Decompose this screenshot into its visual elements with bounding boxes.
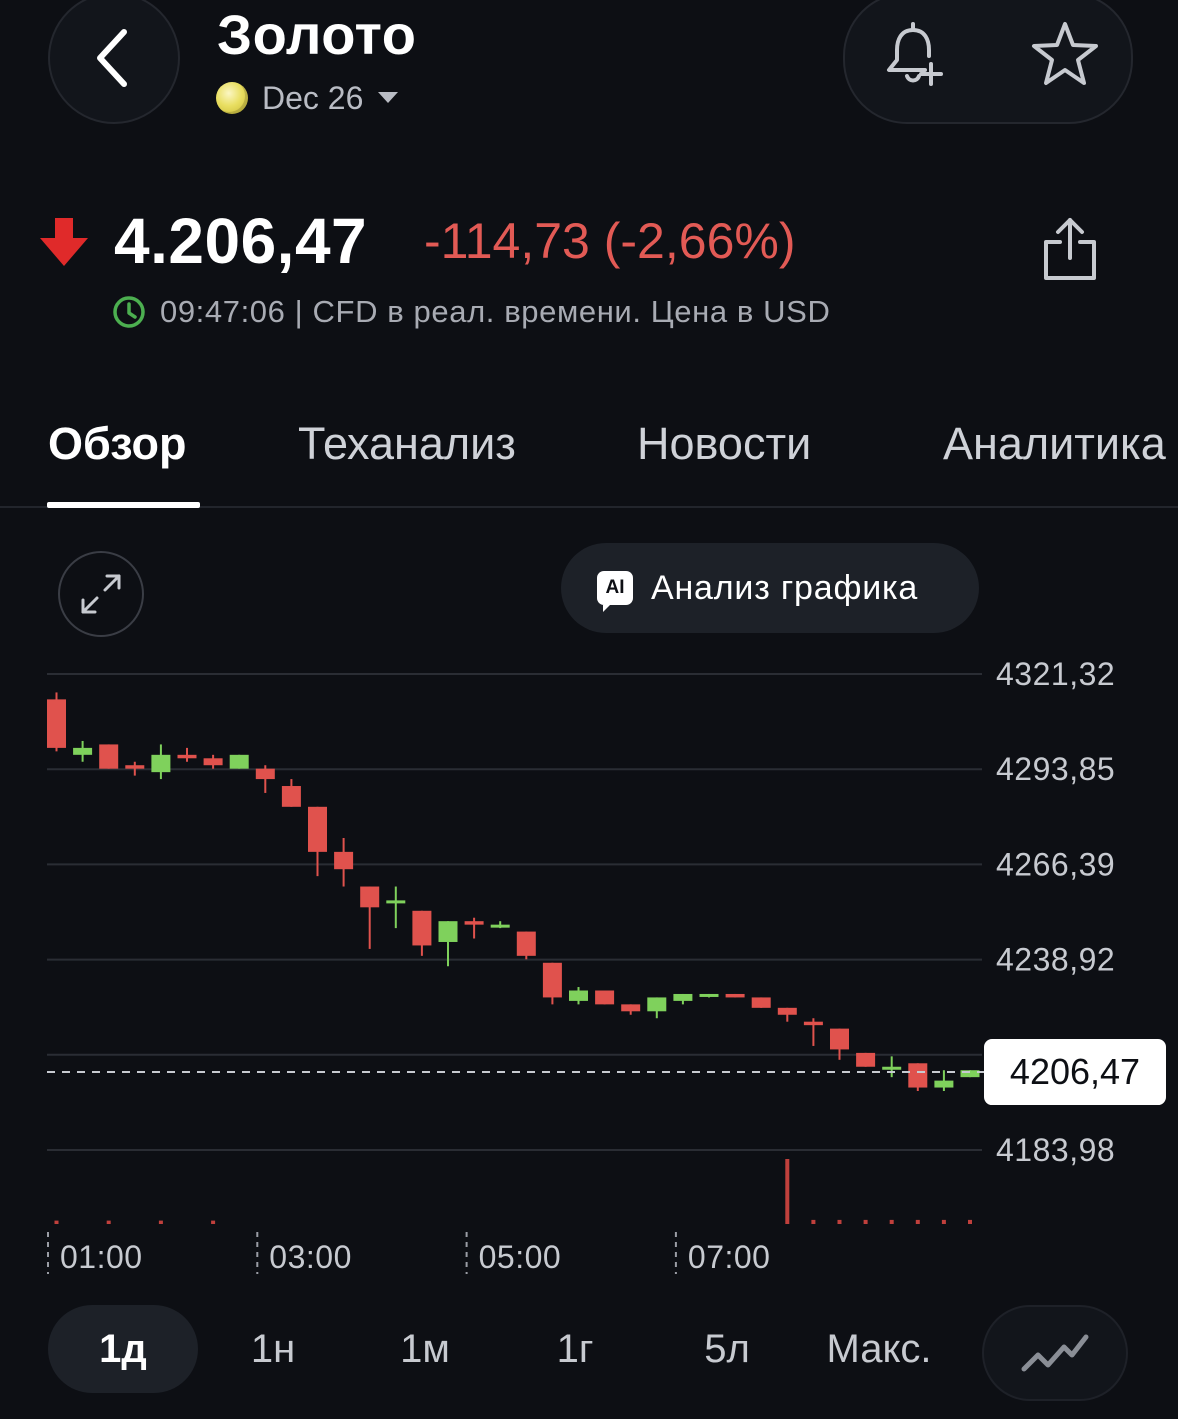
y-axis-label: 4321,32 [996, 656, 1115, 692]
volume-bar [837, 1219, 842, 1224]
volume-bar [863, 1219, 868, 1224]
last-price: 4.206,47 [114, 205, 368, 277]
quote-meta: 09:47:06 | CFD в реал. времени. Цена в U… [112, 292, 830, 332]
tab-overview[interactable]: Обзор [48, 418, 186, 470]
x-axis-label: 01:00 [60, 1239, 143, 1275]
alert-button[interactable] [875, 16, 951, 92]
candle-body [360, 886, 380, 908]
tab-analytics[interactable]: Аналитика [943, 418, 1166, 470]
quote-meta-text: 09:47:06 | CFD в реал. времени. Цена в U… [160, 294, 831, 329]
candle-body [99, 744, 119, 769]
range-max[interactable]: Макс. [804, 1305, 954, 1393]
x-axis-label: 03:00 [269, 1239, 352, 1275]
range-1w[interactable]: 1н [198, 1305, 348, 1393]
contract-label: Dec 26 [262, 79, 364, 116]
candle-body [281, 786, 301, 807]
arrow-down-icon [38, 218, 90, 273]
range-5y[interactable]: 5л [652, 1305, 802, 1393]
candle-body [542, 962, 562, 998]
candle-body [125, 765, 145, 769]
candle-body [151, 754, 171, 773]
candle-body [934, 1080, 954, 1088]
candle-body [699, 993, 719, 997]
watchlist-button[interactable] [1027, 16, 1103, 92]
ai-button-label: Анализ графика [651, 568, 919, 607]
candle-body [725, 993, 745, 998]
gold-coin-icon [216, 82, 248, 114]
chevron-left-icon [97, 29, 127, 87]
volume-bar [811, 1219, 816, 1224]
volume-bar [158, 1220, 163, 1224]
range-1m[interactable]: 1м [350, 1305, 500, 1393]
candle-body [229, 754, 249, 769]
price-change: -114,73 (-2,66%) [424, 213, 796, 269]
candle-body [673, 993, 693, 1001]
share-button[interactable] [1040, 216, 1100, 287]
candle-body [255, 768, 275, 780]
x-axis-label: 07:00 [688, 1239, 771, 1275]
tab-technical-analysis[interactable]: Теханализ [298, 418, 516, 470]
line-chart-icon [1021, 1334, 1089, 1372]
candle-body [516, 931, 536, 956]
y-axis-label: 4238,92 [996, 942, 1115, 978]
back-button[interactable] [48, 0, 180, 124]
candle-body [647, 997, 667, 1012]
candle-body [830, 1028, 849, 1050]
clock-icon [113, 296, 145, 328]
contract-selector[interactable]: Dec 26 [216, 78, 399, 118]
price-chart[interactable]: 4321,32 4293,85 4266,39 4238,92 4183,98 4206,… [0, 640, 1178, 1280]
active-tab-indicator [47, 502, 200, 508]
volume-bar [915, 1219, 920, 1224]
expand-icon [81, 574, 121, 614]
caret-down-icon [378, 92, 399, 103]
candle-body [751, 997, 771, 1008]
ai-badge-icon: AI [597, 571, 633, 612]
volume-bar [106, 1220, 111, 1224]
volume-bar [889, 1219, 894, 1224]
candle-body [308, 806, 327, 852]
volume-bar [54, 1220, 59, 1224]
ai-chart-analysis-button[interactable]: AI Анализ графика [561, 543, 979, 633]
candle-body [47, 699, 66, 748]
y-axis-label: 4293,85 [996, 751, 1115, 787]
volume-bar [941, 1219, 946, 1224]
share-icon [1044, 218, 1096, 280]
x-axis-label: 05:00 [479, 1239, 562, 1275]
candle-body [438, 921, 458, 942]
candle-body [882, 1066, 902, 1070]
expand-chart-button[interactable] [58, 551, 144, 637]
candle-body [856, 1052, 876, 1067]
bell-plus-icon [887, 22, 943, 86]
candle-body [777, 1007, 797, 1015]
range-1d[interactable]: 1д [48, 1305, 198, 1393]
candle-body [412, 910, 432, 946]
candle-body [334, 851, 354, 870]
volume-bar [785, 1159, 790, 1224]
range-1y[interactable]: 1г [500, 1305, 650, 1393]
candle-body [490, 924, 510, 928]
candle-body [621, 1004, 641, 1012]
candle-body [464, 921, 484, 925]
y-axis-label: 4266,39 [996, 846, 1115, 882]
header-actions [843, 0, 1133, 124]
candle-body [569, 990, 588, 1001]
star-icon [1032, 22, 1098, 85]
instrument-title: Золото [217, 3, 417, 66]
chart-type-button[interactable] [982, 1305, 1128, 1401]
tab-news[interactable]: Новости [637, 418, 811, 470]
y-axis-label: 4183,98 [996, 1132, 1115, 1168]
candle-body [803, 1021, 823, 1026]
candle-body [177, 754, 197, 759]
candle-body [595, 990, 615, 1005]
current-price-label: 4206,47 [1010, 1051, 1140, 1092]
candle-body [908, 1063, 928, 1088]
volume-bar [211, 1220, 216, 1224]
candle-body [73, 747, 93, 755]
candle-body [203, 758, 223, 766]
candle-body [386, 900, 406, 904]
volume-bar [968, 1219, 972, 1224]
